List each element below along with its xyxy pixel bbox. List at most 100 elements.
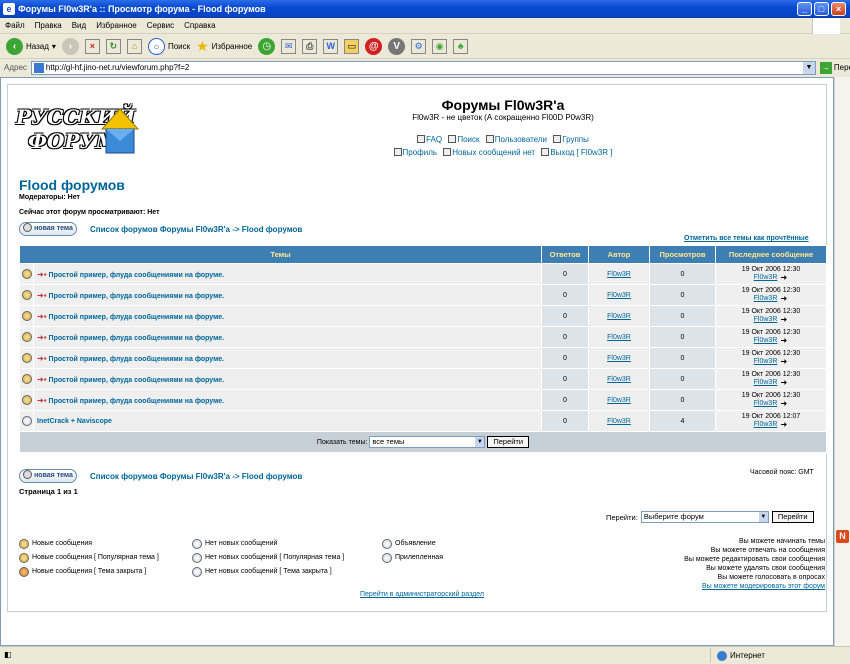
search-button[interactable]: ○ Поиск [147,38,191,55]
minimize-button[interactable]: _ [797,2,812,16]
go-button[interactable]: → Переход [819,61,850,74]
nav-new-posts[interactable]: Новых сообщений нет [443,148,535,157]
goto-post-icon[interactable]: ➜ [779,379,788,387]
last-post-user[interactable]: Fl0w3R [754,295,778,302]
messenger-icon[interactable]: ▭ [344,39,360,54]
users-icon[interactable]: ♣ [453,39,469,54]
author-cell[interactable]: Fl0w3R [588,347,650,369]
forward-arrow-icon[interactable]: › [61,38,79,55]
topic-title-cell[interactable]: ➜▪ Простой пример, флуда сообщениями на ф… [33,284,542,306]
author-cell[interactable]: Fl0w3R [588,305,650,327]
last-post-user[interactable]: Fl0w3R [754,421,778,428]
topic-title-cell[interactable]: ➜▪ Простой пример, флуда сообщениями на ф… [33,347,542,369]
mail-icon[interactable]: ✉ [281,39,297,54]
goto-post-icon[interactable]: ➜ [779,400,788,408]
nav-search[interactable]: Поиск [448,135,480,144]
forum-title[interactable]: Flood форумов [19,177,125,193]
at-icon[interactable]: @ [365,38,383,55]
chevron-down-icon[interactable]: ▼ [802,61,815,74]
stop-icon[interactable]: × [84,39,100,54]
back-button[interactable]: ‹ Назад ▾ [6,38,56,55]
topic-title[interactable]: InetCrack + Naviscope [37,418,112,425]
nav-faq[interactable]: FAQ [417,135,442,144]
newest-post-icon[interactable]: ➜▪ [37,312,47,321]
last-post-user[interactable]: Fl0w3R [754,337,778,344]
goto-post-icon[interactable]: ➜ [779,316,788,324]
topic-title-cell[interactable]: ➜▪ Простой пример, флуда сообщениями на ф… [33,389,542,411]
menu-favorites[interactable]: Избранное [96,18,137,33]
edit-icon[interactable]: W [323,39,339,54]
topic-title-cell[interactable]: ➜▪ Простой пример, флуда сообщениями на ф… [33,305,542,327]
jump-go-button[interactable]: Перейти [771,511,814,523]
topic-title[interactable]: Простой пример, флуда сообщениями на фор… [49,356,225,363]
menu-file[interactable]: Файл [5,18,25,33]
breadcrumb-bottom[interactable]: Список форумов Форумы Fl0w3R'a -> Flood … [90,472,302,481]
menu-view[interactable]: Вид [72,18,86,33]
menu-help[interactable]: Справка [184,18,215,33]
tools-icon[interactable]: ⚙ [411,39,427,54]
topic-title[interactable]: Простой пример, флуда сообщениями на фор… [49,272,225,279]
show-topics-go-button[interactable]: Перейти [487,436,530,448]
topic-title[interactable]: Простой пример, флуда сообщениями на фор… [49,335,225,342]
new-topic-button[interactable]: новая тема [19,222,77,236]
norton-icon[interactable]: N [836,530,849,543]
author-cell[interactable]: Fl0w3R [588,263,650,285]
menu-tools[interactable]: Сервис [147,18,174,33]
shield-icon[interactable]: V [388,38,406,55]
topic-title-cell[interactable]: ➜▪ Простой пример, флуда сообщениями на ф… [33,263,542,285]
breadcrumb[interactable]: Список форумов Форумы Fl0w3R'a -> Flood … [90,225,302,234]
author-cell[interactable]: Fl0w3R [588,368,650,390]
topic-title[interactable]: Простой пример, флуда сообщениями на фор… [49,398,225,405]
newest-post-icon[interactable]: ➜▪ [37,270,47,279]
nav-groups[interactable]: Группы [553,135,589,144]
topic-title[interactable]: Простой пример, флуда сообщениями на фор… [49,377,225,384]
newest-post-icon[interactable]: ➜▪ [37,333,47,342]
topic-title-cell[interactable]: ➜▪ Простой пример, флуда сообщениями на ф… [33,368,542,390]
goto-post-icon[interactable]: ➜ [779,274,788,282]
mark-all-read-link[interactable]: Отметить все темы как прочтённые [684,235,809,242]
topic-title[interactable]: Простой пример, флуда сообщениями на фор… [49,314,225,321]
print-icon[interactable]: ⎙ [302,39,318,54]
favorites-button[interactable]: ★ Избранное [196,38,252,55]
show-topics-select[interactable]: все темы ▼ [369,436,486,448]
nav-profile[interactable]: Профиль [393,148,437,157]
author-cell[interactable]: Fl0w3R [588,326,650,348]
newest-post-icon[interactable]: ➜▪ [37,375,47,384]
last-post-user[interactable]: Fl0w3R [754,274,778,281]
author-cell[interactable]: Fl0w3R [588,389,650,411]
topic-title-cell[interactable]: ➜▪ Простой пример, флуда сообщениями на ф… [33,326,542,348]
last-post-user[interactable]: Fl0w3R [754,358,778,365]
topic-title-cell[interactable]: InetCrack + Naviscope [33,410,542,432]
vertical-scrollbar[interactable] [834,77,850,646]
admin-panel-link[interactable]: Перейти в администраторский раздел [360,591,484,598]
search-label: Поиск [167,42,191,51]
forum-logo[interactable]: РУССКИЙ ФОРУМ [16,99,146,169]
goto-post-icon[interactable]: ➜ [779,295,788,303]
last-post-user[interactable]: Fl0w3R [754,379,778,386]
jump-forum-select[interactable]: Выберите форум ▼ [640,511,769,523]
history-icon[interactable]: ◷ [258,38,276,55]
globe-icon[interactable]: ◉ [432,39,448,54]
home-icon[interactable]: ⌂ [126,39,142,54]
author-cell[interactable]: Fl0w3R [588,410,650,432]
newest-post-icon[interactable]: ➜▪ [37,291,47,300]
nav-members[interactable]: Пользователи [485,135,547,144]
refresh-icon[interactable]: ↻ [105,39,121,54]
maximize-button[interactable]: □ [814,2,829,16]
last-post-user[interactable]: Fl0w3R [754,400,778,407]
newest-post-icon[interactable]: ➜▪ [37,396,47,405]
last-post-user[interactable]: Fl0w3R [754,316,778,323]
permission-line-moderate[interactable]: Вы можете модерировать этот форум [648,582,825,591]
goto-post-icon[interactable]: ➜ [779,337,788,345]
chevron-down-icon[interactable]: ▾ [52,42,56,51]
new-topic-button-bottom[interactable]: новая тема [19,469,77,483]
goto-post-icon[interactable]: ➜ [779,358,788,366]
close-button[interactable]: × [831,2,846,16]
topic-title[interactable]: Простой пример, флуда сообщениями на фор… [49,293,225,300]
author-cell[interactable]: Fl0w3R [588,284,650,306]
menu-edit[interactable]: Правка [35,18,62,33]
goto-post-icon[interactable]: ➜ [779,421,788,429]
newest-post-icon[interactable]: ➜▪ [37,354,47,363]
address-input[interactable]: http://gl-hf.jino-net.ru/viewforum.php?f… [30,60,816,75]
nav-logout[interactable]: Выход [ Fl0w3R ] [541,148,613,157]
